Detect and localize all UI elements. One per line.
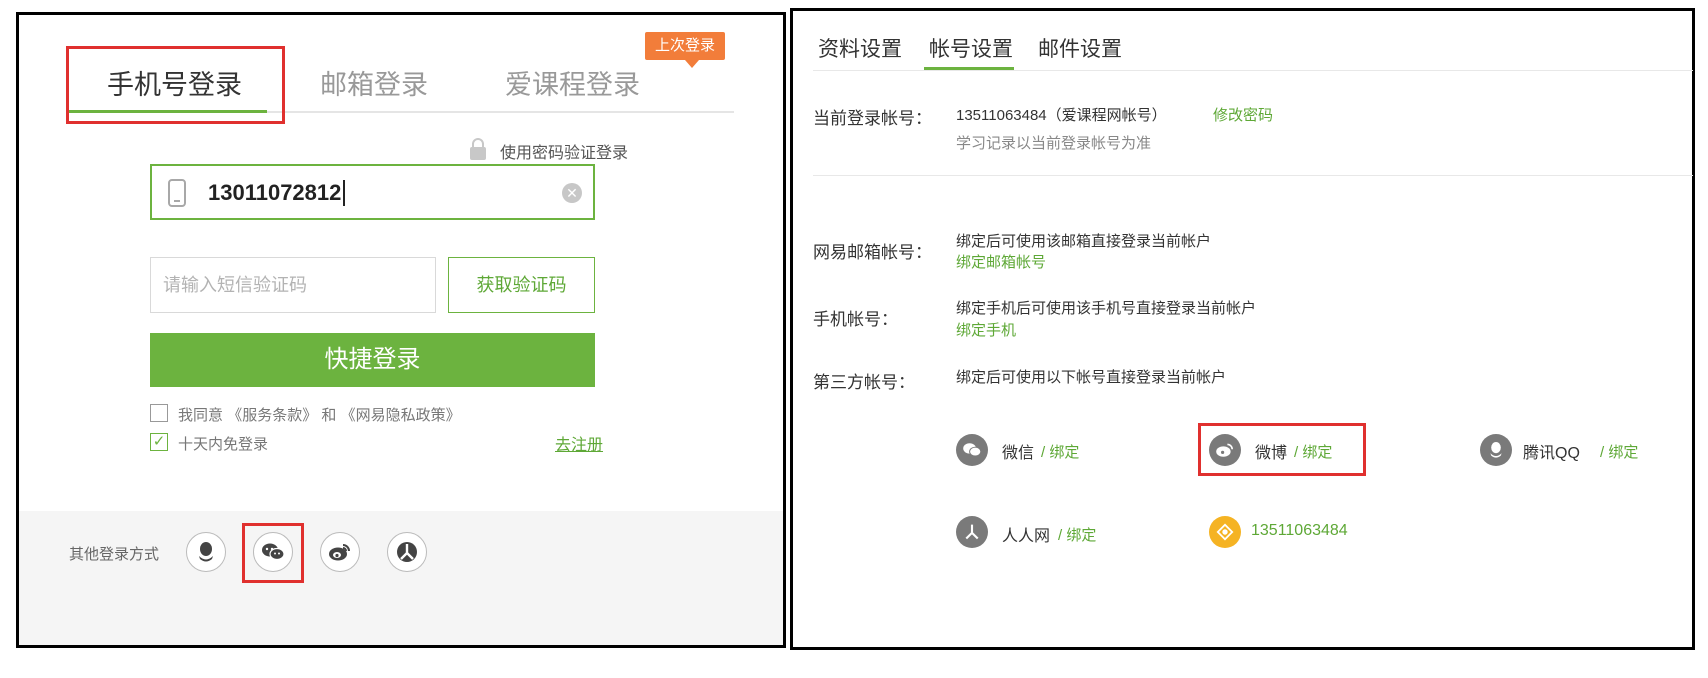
weibo-login-button[interactable] [320,532,360,572]
highlight-box-weibo [1198,423,1366,476]
renren-login-button[interactable] [387,532,427,572]
renren-icon [397,542,417,562]
highlight-box-phone-tab [66,46,285,124]
wechat-name: 微信 [1002,445,1035,462]
mobile-account-label: 手机帐号： [813,310,898,329]
lock-icon [467,137,489,161]
tab-divider [813,70,1693,71]
change-password-link[interactable]: 修改密码 [1213,104,1273,125]
tab-email-login[interactable]: 邮箱登录 [320,63,428,102]
wechat-bind-icon [956,434,988,466]
renren-name: 人人网 [1002,528,1051,545]
icourse-account-number: 13511063484 [1251,522,1348,539]
bind-mobile-link[interactable]: 绑定手机 [956,319,1016,340]
get-code-button[interactable]: 获取验证码 [448,257,595,313]
remember-text: 十天内免登录 [178,436,269,453]
qq-login-button[interactable] [186,532,226,572]
current-account-label: 当前登录帐号： [813,109,932,128]
weibo-icon [329,544,350,561]
qq-bind-icon [1480,434,1512,466]
privacy-link[interactable]: 《网易隐私政策》 [341,407,461,424]
qq-icon [199,542,213,562]
third-party-label: 第三方帐号： [813,373,915,392]
section-divider [813,175,1693,176]
agree-checkbox[interactable] [150,404,168,422]
netease-email-desc: 绑定后可使用该邮箱直接登录当前帐户 [956,233,1212,250]
tab-account-settings[interactable]: 帐号设置 [929,33,1013,63]
other-methods-label: 其他登录方式 [69,546,160,563]
and-text: 和 [321,407,337,424]
register-link[interactable]: 去注册 [555,431,603,455]
tab-email-settings[interactable]: 邮件设置 [1038,33,1122,63]
phone-input-value: 13011072812 [208,180,342,205]
renren-bind-link[interactable]: / 绑定 [1058,524,1096,545]
third-party-desc: 绑定后可使用以下帐号直接登录当前帐户 [956,369,1227,386]
last-login-badge: 上次登录 [645,32,726,60]
netease-email-label: 网易邮箱帐号： [813,243,932,262]
login-panel: 手机号登录 邮箱登录 爱课程登录 上次登录 使用密码验证登录 130110728… [16,12,786,648]
qq-bind-link[interactable]: / 绑定 [1600,441,1638,462]
icourse-icon [1216,523,1234,541]
tab-profile-settings[interactable]: 资料设置 [818,33,902,63]
password-login-link[interactable]: 使用密码验证登录 [500,139,628,163]
badge-pointer [685,60,699,68]
wechat-icon [963,443,982,457]
renren-icon [965,524,979,540]
agree-line: 我同意 《服务条款》 和 《网易隐私政策》 [178,404,461,425]
qq-name: 腾讯QQ [1523,445,1580,462]
bind-email-link[interactable]: 绑定邮箱帐号 [956,251,1046,272]
text-caret [343,180,345,206]
tab-icourse-login[interactable]: 爱课程登录 [505,63,640,102]
mobile-account-desc: 绑定手机后可使用该手机号直接登录当前帐户 [956,300,1257,317]
mobile-phone-icon [168,179,186,212]
agree-text: 我同意 [178,407,224,424]
terms-link[interactable]: 《服务条款》 [227,407,317,424]
qq-icon [1490,442,1502,458]
sms-code-input[interactable] [150,257,436,313]
other-login-bar: 其他登录方式 [19,511,783,645]
icourse-bind-icon [1209,516,1241,548]
remember-checkbox[interactable]: ✓ [150,433,168,451]
settings-panel: 资料设置 帐号设置 邮件设置 当前登录帐号： 13511063484（爱课程网帐… [790,8,1695,650]
quick-login-button[interactable]: 快捷登录 [150,333,595,387]
current-account-hint: 学习记录以当前登录帐号为准 [956,135,1152,152]
phone-input[interactable]: 13011072812 ✕ [150,164,595,220]
current-account-value: 13511063484（爱课程网帐号） [956,107,1167,124]
renren-bind-icon [956,516,988,548]
clear-icon[interactable]: ✕ [562,183,582,203]
highlight-box-wechat [242,523,304,583]
wechat-bind-link[interactable]: / 绑定 [1041,441,1079,462]
